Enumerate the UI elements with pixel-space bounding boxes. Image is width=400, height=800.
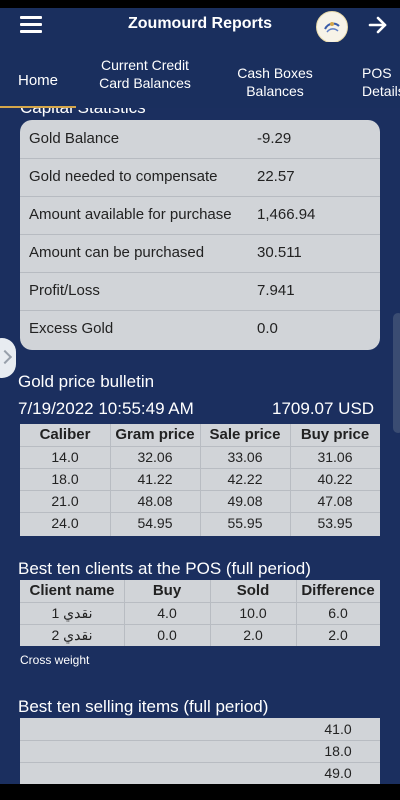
table-cell: 0.0 [157, 627, 177, 643]
table-cell: 4.0 [157, 605, 177, 621]
home-content[interactable]: Capital Statistics Gold Balance -9.29 Go… [0, 108, 400, 784]
side-panel-handle-icon[interactable] [0, 338, 16, 378]
table-cell: 21.0 [51, 493, 79, 509]
best-selling-items-title: Best ten selling items (full period) [18, 697, 269, 716]
header-cell: Buy price [300, 426, 370, 443]
table-row: 41.0 [20, 718, 380, 740]
divider [110, 424, 111, 536]
table-cell: 2.0 [328, 627, 348, 643]
gold-price-table: Caliber Gram price Sale price Buy price … [20, 424, 380, 536]
header-cell: Sold [236, 582, 270, 599]
table-cell: 55.95 [227, 515, 263, 531]
table-cell: 42.22 [227, 471, 263, 487]
table-cell: 41.22 [137, 471, 173, 487]
table-cell: 18.0 [51, 471, 79, 487]
divider [296, 580, 297, 646]
header-cell: Caliber [39, 426, 91, 443]
table-cell: نقدي 2 [51, 627, 93, 643]
stat-label: Gold needed to compensate [29, 168, 218, 185]
stat-label: Excess Gold [29, 320, 114, 337]
table-cell: 18.0 [324, 743, 352, 759]
header-cell: Difference [301, 582, 375, 599]
divider [124, 580, 125, 646]
table-cell: 6.0 [328, 605, 348, 621]
table-cell: 32.06 [137, 449, 173, 465]
table-cell: 24.0 [51, 515, 79, 531]
table-cell: 31.06 [317, 449, 353, 465]
table-cell: 49.08 [227, 493, 263, 509]
table-header-row: Client name Buy Sold Difference [20, 580, 380, 602]
header-cell: Client name [29, 582, 115, 599]
capital-statistics-card: Gold Balance -9.29 Gold needed to compen… [20, 120, 380, 350]
divider [210, 580, 211, 646]
tab-pos-details[interactable]: POS Details [356, 64, 400, 100]
stat-row: Gold Balance -9.29 [20, 120, 380, 158]
table-cell: 10.0 [239, 605, 267, 621]
tab-bar: Home Current Credit Card Balances Cash B… [0, 42, 400, 108]
table-cell: نقدي 1 [51, 605, 93, 621]
table-cell: 53.95 [317, 515, 353, 531]
header-cell: Sale price [209, 426, 281, 443]
stat-value: 22.57 [257, 168, 295, 185]
divider [200, 424, 201, 536]
table-row: 18.0 [20, 740, 380, 762]
capital-statistics-title: Capital Statistics [20, 108, 146, 118]
cross-weight-note: Cross weight [20, 653, 90, 667]
table-cell: 33.06 [227, 449, 263, 465]
table-cell: 40.22 [317, 471, 353, 487]
table-cell: 41.0 [324, 721, 352, 737]
stat-row: Excess Gold 0.0 [20, 310, 380, 348]
divider [290, 424, 291, 536]
table-cell: 47.08 [317, 493, 353, 509]
table-row: نقدي 2 0.0 2.0 2.0 [20, 624, 380, 646]
tab-current-credit-card-balances[interactable]: Current Credit Card Balances [88, 56, 202, 92]
stat-label: Profit/Loss [29, 282, 100, 299]
status-bar [0, 0, 400, 8]
table-row: نقدي 1 4.0 10.0 6.0 [20, 602, 380, 624]
stat-row: Amount can be purchased 30.511 [20, 234, 380, 272]
gold-price-bulletin-title: Gold price bulletin [18, 372, 155, 391]
hamburger-menu-icon[interactable] [20, 16, 42, 34]
stat-row: Gold needed to compensate 22.57 [20, 158, 380, 196]
table-cell: 48.08 [137, 493, 173, 509]
table-cell: 2.0 [243, 627, 263, 643]
best-clients-title: Best ten clients at the POS (full period… [18, 559, 311, 578]
stat-value: 1,466.94 [257, 206, 316, 223]
table-row: 49.0 [20, 762, 380, 784]
best-selling-items-table: 41.0 18.0 49.0 [20, 718, 380, 784]
stat-value: -9.29 [257, 130, 292, 147]
stat-row: Profit/Loss 7.941 [20, 272, 380, 310]
bulletin-datetime: 7/19/2022 10:55:49 AM [18, 399, 194, 418]
top-app-bar: Zoumourd Reports [0, 8, 400, 43]
brand-logo-icon[interactable] [316, 11, 348, 43]
header-cell: Gram price [115, 426, 195, 443]
stat-value: 30.511 [257, 244, 302, 261]
best-clients-table: Client name Buy Sold Difference نقدي 1 4… [20, 580, 380, 646]
stat-value: 7.941 [257, 282, 295, 299]
system-bottom-bar [0, 784, 400, 800]
header-cell: Buy [152, 582, 182, 599]
table-cell: 49.0 [324, 765, 352, 781]
stat-label: Amount can be purchased [29, 244, 205, 261]
table-cell: 54.95 [137, 515, 173, 531]
scrollbar[interactable] [393, 313, 400, 433]
stat-label: Amount available for purchase [29, 206, 232, 223]
stat-value: 0.0 [257, 320, 278, 337]
stat-row: Amount available for purchase 1,466.94 [20, 196, 380, 234]
table-cell: 14.0 [51, 449, 79, 465]
tab-cash-boxes-balances[interactable]: Cash Boxes Balances [220, 64, 330, 100]
arrow-right-icon[interactable] [366, 13, 390, 37]
stat-label: Gold Balance [29, 130, 120, 147]
tab-home[interactable]: Home [0, 72, 76, 90]
bulletin-usd-price: 1709.07 USD [272, 399, 375, 418]
app-title: Zoumourd Reports [128, 15, 272, 32]
